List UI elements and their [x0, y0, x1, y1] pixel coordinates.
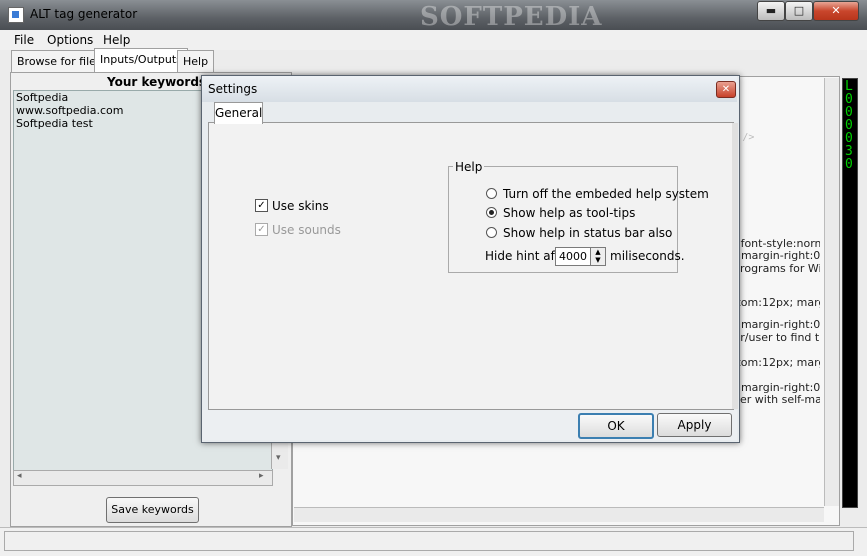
led-digit: 0	[845, 157, 853, 172]
radio-status-bar-label[interactable]: Show help in status bar also	[503, 226, 672, 240]
dialog-title: Settings	[208, 82, 258, 96]
radio-status-bar[interactable]	[486, 227, 497, 238]
list-item[interactable]: Softpedia	[16, 91, 68, 104]
spin-down-icon[interactable]: ▼	[591, 256, 605, 264]
apply-button[interactable]: Apply	[657, 413, 732, 437]
use-skins-checkbox[interactable]: ✓	[255, 199, 268, 212]
list-item[interactable]: www.softpedia.com	[16, 104, 123, 117]
output-horizontal-scrollbar[interactable]	[294, 507, 824, 522]
hint-spinner[interactable]: ▲ ▼	[590, 247, 606, 266]
use-sounds-label: Use sounds	[272, 223, 341, 237]
dialog-scrollbar[interactable]	[732, 123, 738, 409]
ok-button[interactable]: OK	[578, 413, 654, 439]
menu-file[interactable]: File	[14, 33, 34, 47]
status-field	[4, 531, 854, 551]
tab-general[interactable]: General	[214, 102, 263, 124]
scroll-down-icon[interactable]: ▾	[276, 453, 281, 463]
use-sounds-checkbox: ✓	[255, 223, 268, 236]
keywords-header: Your keywords	[107, 75, 207, 89]
output-vertical-scrollbar[interactable]	[824, 78, 839, 506]
help-group-legend: Help	[453, 160, 485, 174]
save-keywords-button[interactable]: Save keywords	[106, 497, 199, 523]
watermark: SOFTPEDIA	[420, 2, 603, 32]
radio-tooltips[interactable]	[486, 207, 497, 218]
close-button[interactable]: ✕	[813, 1, 859, 21]
app-icon	[8, 7, 24, 23]
menu-options[interactable]: Options	[47, 33, 93, 47]
tab-inputs-outputs[interactable]: Inputs/Outputs	[94, 48, 188, 73]
scroll-right-icon[interactable]: ▸	[259, 471, 264, 481]
radio-turn-off-help[interactable]	[486, 188, 497, 199]
dialog-title-bar	[202, 76, 737, 102]
tab-help[interactable]: Help	[177, 50, 215, 72]
radio-tooltips-label[interactable]: Show help as tool-tips	[503, 206, 635, 220]
scroll-left-icon[interactable]: ◂	[17, 471, 22, 481]
maximize-button[interactable]: □	[785, 1, 813, 21]
radio-turn-off-help-label[interactable]: Turn off the embeded help system	[503, 187, 709, 201]
hint-suffix-label: miliseconds.	[610, 249, 685, 263]
minimize-button[interactable]: ▬	[757, 1, 785, 21]
window-title: ALT tag generator	[30, 7, 138, 21]
use-skins-label[interactable]: Use skins	[272, 199, 329, 213]
list-item[interactable]: Softpedia test	[16, 117, 93, 130]
menu-help[interactable]: Help	[103, 33, 130, 47]
keywords-horizontal-scrollbar[interactable]: ◂ ▸	[13, 470, 273, 486]
spin-up-icon[interactable]: ▲	[591, 248, 605, 256]
hide-hint-input[interactable]: 4000	[555, 247, 594, 266]
dialog-close-icon[interactable]: ✕	[716, 81, 736, 98]
